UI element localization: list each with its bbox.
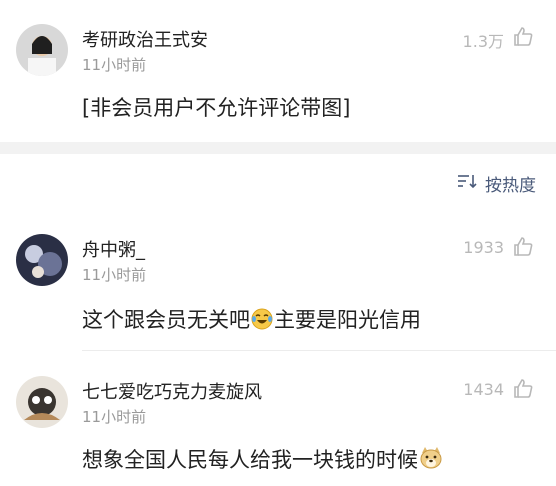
comment-text-part: 想象全国人民每人给我一块钱的时候: [82, 448, 418, 472]
sort-label: 按热度: [485, 175, 536, 196]
username[interactable]: 七七爱吃巧克力麦旋风: [82, 378, 262, 404]
avatar[interactable]: [16, 234, 68, 286]
timestamp: 11小时前: [82, 408, 147, 426]
sort-icon: [457, 173, 477, 194]
username[interactable]: 舟中粥_: [82, 236, 145, 262]
username[interactable]: 考研政治王式安: [82, 26, 208, 52]
comment-text: 这个跟会员无关吧 主要是阳光信用: [82, 304, 421, 336]
comment-item: 七七爱吃巧克力麦旋风 11小时前 1434 想象全国人民每人给我一块钱的时候: [0, 356, 556, 486]
avatar[interactable]: [16, 376, 68, 428]
comment-text: 想象全国人民每人给我一块钱的时候: [82, 444, 444, 476]
comment-divider: [82, 350, 556, 351]
section-divider: [0, 142, 556, 154]
like-count: 1933: [463, 238, 504, 257]
thumbs-up-icon[interactable]: [512, 236, 534, 258]
timestamp: 11小时前: [82, 266, 147, 284]
thumbs-up-icon[interactable]: [512, 378, 534, 400]
sort-button[interactable]: 按热度: [457, 170, 536, 196]
timestamp: 11小时前: [82, 56, 147, 74]
comment-item: 舟中粥_ 11小时前 1933 这个跟会员无关吧 主要是阳光信用: [0, 214, 556, 348]
comment-text-part: 这个跟会员无关吧: [82, 308, 250, 332]
comment-text-part: 主要是阳光信用: [274, 308, 421, 332]
laugh-cry-emoji: [250, 307, 274, 336]
like-count: 1.3万: [462, 32, 504, 51]
like-count: 1434: [463, 380, 504, 399]
avatar[interactable]: [16, 24, 68, 76]
comment-text: [非会员用户不允许评论带图]: [82, 96, 351, 120]
comment-item: 考研政治王式安 11小时前 1.3万 [非会员用户不允许评论带图]: [0, 0, 556, 142]
thumbs-up-icon[interactable]: [512, 26, 534, 48]
doge-emoji: [418, 445, 444, 476]
